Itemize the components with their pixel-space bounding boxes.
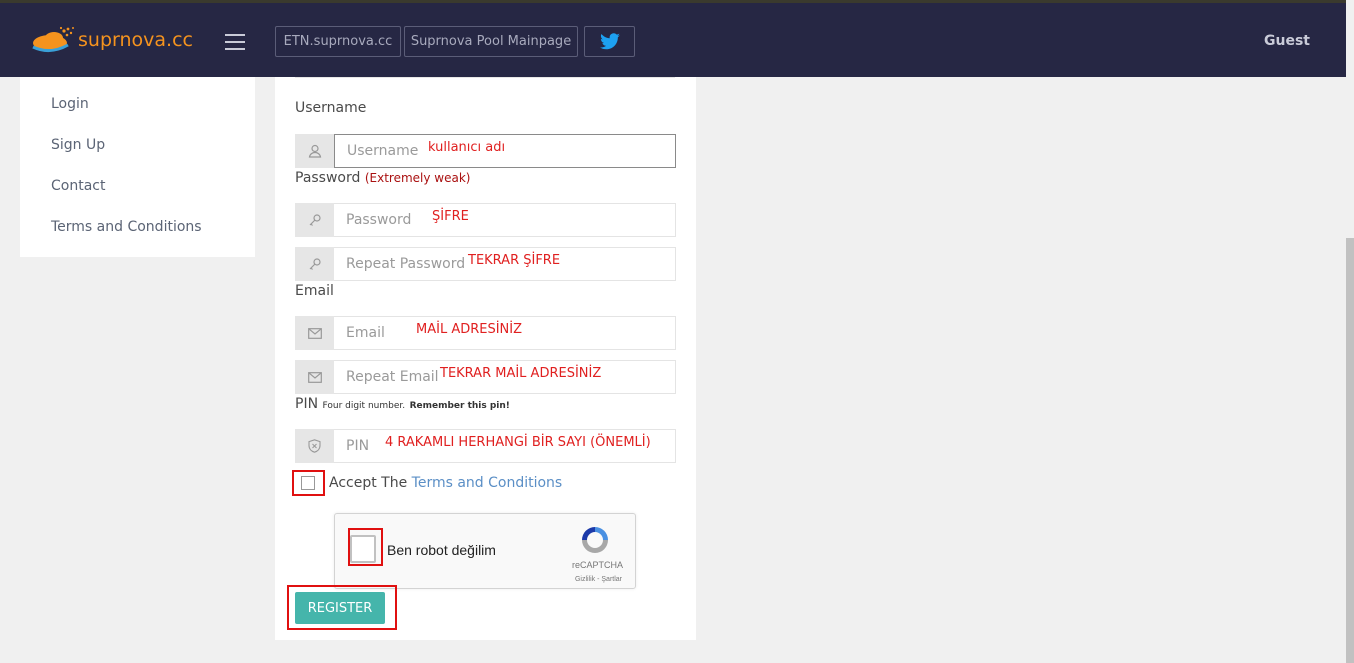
accept-terms-text: Accept The Terms and Conditions xyxy=(329,475,562,491)
repeat-password-placeholder: Repeat Password xyxy=(346,256,466,272)
nav-button-pool-mainpage[interactable]: Suprnova Pool Mainpage xyxy=(404,26,578,57)
repeat-email-field[interactable]: Repeat Email TEKRAR MAİL ADRESİNİZ xyxy=(295,360,676,394)
user-icon xyxy=(295,134,334,168)
user-menu[interactable]: Guest xyxy=(1264,33,1310,49)
key-icon xyxy=(295,203,334,237)
password-input[interactable]: Password ŞİFRE xyxy=(334,203,676,237)
pin-annotation: 4 RAKAMLI HERHANGİ BİR SAYI (ÖNEMLİ) xyxy=(385,435,651,450)
top-navbar: suprnova.cc ETN.suprnova.cc Suprnova Poo… xyxy=(0,0,1346,77)
pin-hint-bold: Remember this pin! xyxy=(409,401,510,411)
recaptcha-logo-icon xyxy=(582,527,608,553)
register-button[interactable]: REGISTER xyxy=(295,592,385,624)
recaptcha-brand: reCAPTCHA xyxy=(571,560,623,570)
pin-label-text: PIN xyxy=(295,396,319,412)
twitter-button[interactable] xyxy=(584,26,635,57)
accept-terms-row: Accept The Terms and Conditions xyxy=(292,470,562,496)
sidebar: Login Sign Up Contact Terms and Conditio… xyxy=(20,77,255,257)
password-strength: (Extremely weak) xyxy=(364,171,471,185)
password-annotation: ŞİFRE xyxy=(432,209,469,224)
username-label: Username xyxy=(295,100,367,116)
username-input[interactable]: Username kullanıcı adı xyxy=(334,134,676,168)
password-label: Password (Extremely weak) xyxy=(295,170,471,186)
logo-icon xyxy=(32,26,74,52)
scrollbar-thumb[interactable] xyxy=(1346,238,1354,663)
sidebar-item-login[interactable]: Login xyxy=(51,96,89,112)
password-label-text: Password xyxy=(295,170,361,186)
email-label: Email xyxy=(295,283,334,299)
menu-toggle-icon[interactable] xyxy=(225,34,245,50)
logo-text: suprnova.cc xyxy=(78,29,193,51)
email-placeholder: Email xyxy=(346,325,385,341)
highlight-box xyxy=(292,470,325,496)
shield-icon xyxy=(295,429,334,463)
sidebar-item-signup[interactable]: Sign Up xyxy=(51,137,105,153)
sidebar-item-terms[interactable]: Terms and Conditions xyxy=(51,219,202,235)
repeat-email-placeholder: Repeat Email xyxy=(346,369,439,385)
username-placeholder: Username xyxy=(347,143,419,159)
highlight-box xyxy=(348,528,383,566)
accept-text: Accept The xyxy=(329,475,408,491)
repeat-password-annotation: TEKRAR ŞİFRE xyxy=(468,253,561,268)
terms-link[interactable]: Terms and Conditions xyxy=(412,475,563,491)
username-field[interactable]: Username kullanıcı adı xyxy=(295,134,676,168)
envelope-icon xyxy=(295,316,334,350)
repeat-password-field[interactable]: Repeat Password TEKRAR ŞİFRE xyxy=(295,247,676,281)
pin-hint: Four digit number. xyxy=(322,401,406,411)
password-placeholder: Password xyxy=(346,212,412,228)
repeat-email-annotation: TEKRAR MAİL ADRESİNİZ xyxy=(440,366,602,381)
pin-placeholder: PIN xyxy=(346,438,370,454)
email-field[interactable]: Email MAİL ADRESİNİZ xyxy=(295,316,676,350)
email-input[interactable]: Email MAİL ADRESİNİZ xyxy=(334,316,676,350)
page-scrollbar[interactable] xyxy=(1346,0,1354,663)
nav-button-etn[interactable]: ETN.suprnova.cc xyxy=(275,26,401,57)
site-logo[interactable]: suprnova.cc xyxy=(30,25,193,55)
sidebar-item-contact[interactable]: Contact xyxy=(51,178,105,194)
envelope-icon xyxy=(295,360,334,394)
pin-label: PIN Four digit number. Remember this pin… xyxy=(295,396,510,412)
pin-field[interactable]: PIN 4 RAKAMLI HERHANGİ BİR SAYI (ÖNEMLİ) xyxy=(295,429,676,463)
password-field[interactable]: Password ŞİFRE xyxy=(295,203,676,237)
twitter-icon xyxy=(599,32,620,49)
recaptcha-label: Ben robot değilim xyxy=(387,542,496,558)
divider xyxy=(295,77,675,78)
key-icon xyxy=(295,247,334,281)
registration-form: Username Username kullanıcı adı Password… xyxy=(275,77,696,640)
pin-input[interactable]: PIN 4 RAKAMLI HERHANGİ BİR SAYI (ÖNEMLİ) xyxy=(334,429,676,463)
recaptcha-widget: Ben robot değilim reCAPTCHA Gizlilik - Ş… xyxy=(334,513,636,589)
repeat-password-input[interactable]: Repeat Password TEKRAR ŞİFRE xyxy=(334,247,676,281)
recaptcha-privacy-links[interactable]: Gizlilik - Şartlar xyxy=(575,576,622,583)
email-annotation: MAİL ADRESİNİZ xyxy=(416,322,523,337)
username-annotation: kullanıcı adı xyxy=(428,140,506,155)
repeat-email-input[interactable]: Repeat Email TEKRAR MAİL ADRESİNİZ xyxy=(334,360,676,394)
